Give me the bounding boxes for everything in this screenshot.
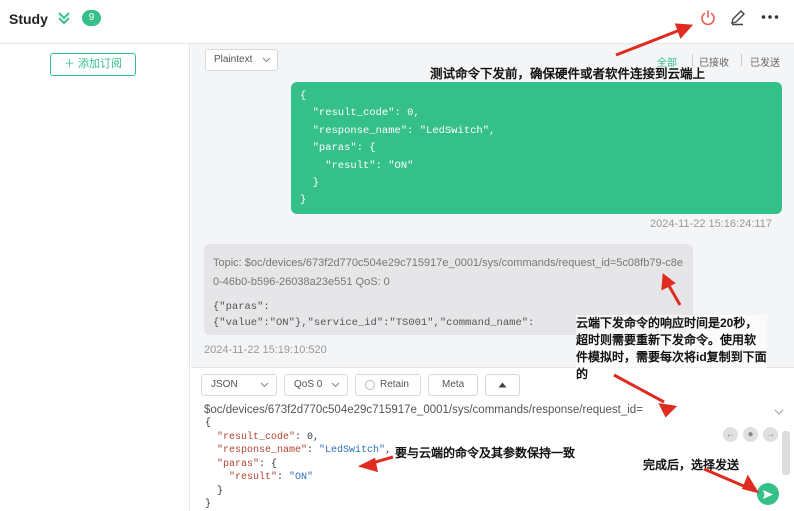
send-icon xyxy=(763,490,773,499)
payload-punct: : xyxy=(277,472,290,483)
watermark: CSDN @真的啥也不会呀 xyxy=(631,492,754,504)
tab-sent[interactable]: 已发送 xyxy=(750,54,780,69)
annotation-line: 的 xyxy=(576,367,589,381)
annotation-line: 件模拟时，需要每次将id复制到下面 xyxy=(576,350,767,364)
payload-format-select[interactable]: Plaintext xyxy=(205,49,278,71)
triangle-up-icon xyxy=(498,382,507,388)
chevrons-down-icon[interactable] xyxy=(57,11,71,25)
history-back-button[interactable]: ← xyxy=(723,427,738,442)
edit-icon[interactable] xyxy=(729,9,746,26)
annotation-match-params: 要与云端的命令及其参数保持一致 xyxy=(395,446,576,460)
qos-select[interactable]: QoS 0 xyxy=(284,374,348,396)
count-badge: 9 xyxy=(82,10,101,26)
annotation-timeout: 云端下发命令的响应时间是20秒， 超时则需要重新下发命令。使用软 件模拟时，需要… xyxy=(576,315,767,383)
top-bar: Study 9 xyxy=(0,0,794,44)
tab-divider xyxy=(741,54,742,66)
sent-message-bubble: { "result_code": 0, "response_name": "Le… xyxy=(291,82,782,214)
payload-punct: : xyxy=(307,445,320,456)
chevron-down-icon[interactable] xyxy=(774,409,784,415)
history-forward-button[interactable]: → xyxy=(763,427,778,442)
annotation-line: 云端下发命令的响应时间是20秒， xyxy=(576,316,758,330)
payload-punct: , xyxy=(385,445,392,456)
composer-format-label: JSON xyxy=(211,379,238,390)
meta-label: Meta xyxy=(442,379,465,390)
composer-format-select[interactable]: JSON xyxy=(201,374,277,396)
payload-line: } xyxy=(217,485,224,497)
payload-key: "paras" xyxy=(217,458,260,470)
retain-radio[interactable] xyxy=(365,380,375,390)
send-button[interactable] xyxy=(757,483,779,505)
payload-value: : 0, xyxy=(295,431,320,443)
history-reset-button[interactable]: ● xyxy=(743,427,758,442)
payload-value: "ON" xyxy=(289,472,314,483)
retain-toggle[interactable]: Retain xyxy=(355,374,421,396)
chevron-down-icon xyxy=(260,382,269,388)
payload-value: : { xyxy=(259,458,278,470)
payload-key: "result_code" xyxy=(217,431,296,443)
power-icon[interactable] xyxy=(699,9,717,27)
sent-timestamp: 2024-11-22 15:16:24:117 xyxy=(650,218,772,230)
payload-key: "response_name" xyxy=(217,445,308,456)
payload-value: "LedSwitch" xyxy=(319,445,386,456)
topic-input[interactable]: $oc/devices/673f2d770c504e29c715917e_000… xyxy=(204,404,643,416)
chevron-down-icon xyxy=(331,382,340,388)
payload-line: } xyxy=(205,499,212,510)
chevron-down-icon xyxy=(262,57,271,63)
payload-line: { xyxy=(205,418,212,429)
plus-icon: ＋ xyxy=(63,58,79,70)
connection-title: Study xyxy=(9,11,48,27)
payload-key: "result" xyxy=(229,472,278,483)
more-icon[interactable] xyxy=(761,14,779,20)
format-label: Plaintext xyxy=(214,54,253,65)
editor-scrollbar[interactable] xyxy=(782,431,790,475)
annotation-send: 完成后，选择发送 xyxy=(643,458,740,472)
meta-button[interactable]: Meta xyxy=(428,374,478,396)
add-subscription-label: 添加订阅 xyxy=(78,58,123,70)
annotation-line: 超时则需要重新下发命令。使用软 xyxy=(576,333,757,347)
annotation-test-connect: 测试命令下发前，确保硬件或者软件连接到云端上 xyxy=(430,67,706,81)
retain-label: Retain xyxy=(380,379,409,390)
received-topic: Topic: $oc/devices/673f2d770c504e29c7159… xyxy=(213,257,683,288)
received-message-body: {"paras": {"value":"ON"},"service_id":"T… xyxy=(213,301,535,329)
collapse-button[interactable] xyxy=(485,374,520,396)
sidebar: ＋ 添加订阅 xyxy=(0,44,190,511)
add-subscription-button[interactable]: ＋ 添加订阅 xyxy=(50,53,136,76)
received-timestamp: 2024-11-22 15:19:10:520 xyxy=(204,344,327,356)
qos-label: QoS 0 xyxy=(294,379,323,390)
sent-message-body: { "result_code": 0, "response_name": "Le… xyxy=(300,90,496,207)
